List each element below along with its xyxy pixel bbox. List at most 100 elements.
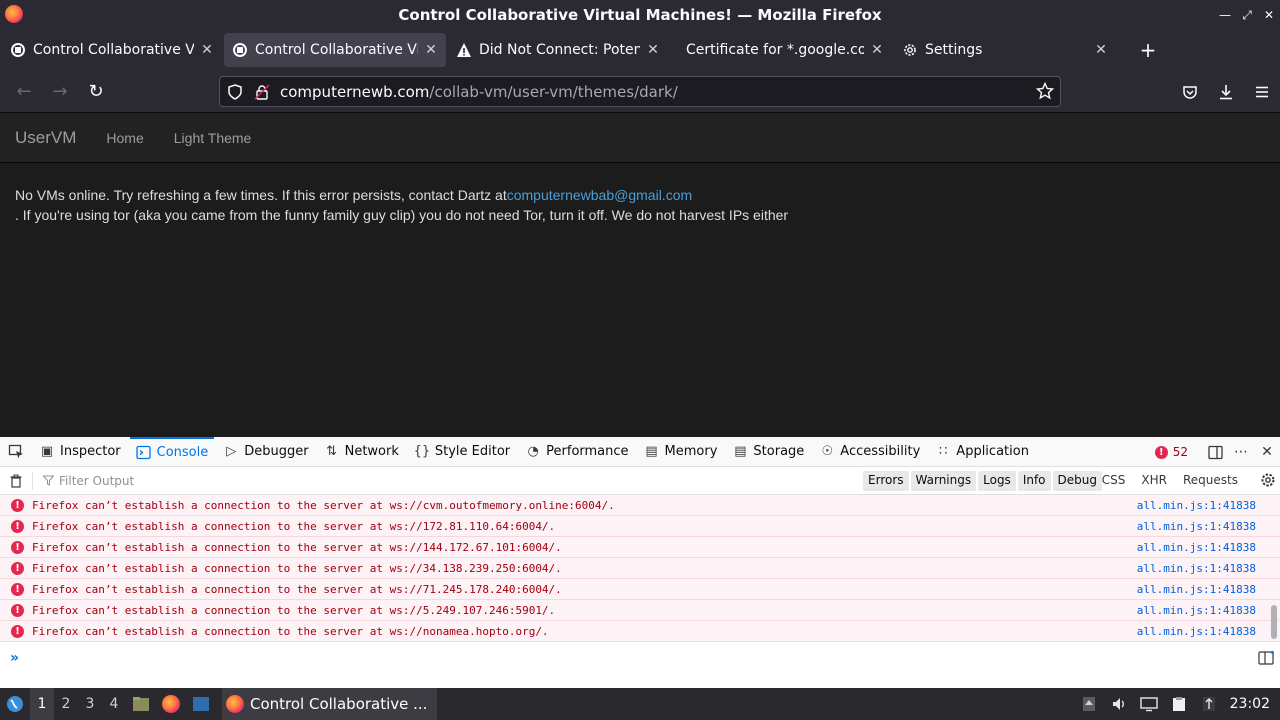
tab-close-icon[interactable]: ✕ [200, 42, 214, 58]
tab-label: Certificate for *.google.com [686, 42, 864, 58]
forward-icon[interactable]: → [42, 75, 78, 107]
clipboard-icon[interactable] [1164, 696, 1194, 712]
tray-up-arrow-icon[interactable] [1074, 696, 1104, 712]
divider [32, 471, 33, 490]
devtools-tab-debugger[interactable]: ▷ Debugger [217, 437, 314, 467]
devtools-tab-storage[interactable]: ▤ Storage [726, 437, 810, 467]
devtools-tab-label: Inspector [60, 444, 121, 459]
nav-link-home[interactable]: Home [106, 130, 143, 146]
url-text[interactable]: computernewb.com/collab-vm/user-vm/theme… [280, 83, 678, 101]
console-scrollbar[interactable] [1271, 605, 1277, 639]
minimize-icon[interactable]: — [1214, 8, 1236, 22]
devtools-tab-label: Accessibility [840, 444, 921, 459]
window-title: Control Collaborative Virtual Machines! … [398, 6, 882, 24]
nav-link-light-theme[interactable]: Light Theme [174, 130, 252, 146]
browser-tab-3[interactable]: Did Not Connect: Potenti ✕ [448, 33, 668, 67]
log-message: Firefox can’t establish a connection to … [32, 582, 562, 596]
desktop-taskbar: 1 2 3 4 Control Collaborative ... 23:02 [0, 688, 1280, 720]
type-css[interactable]: CSS [1096, 471, 1132, 489]
downloads-icon[interactable] [1208, 84, 1244, 100]
log-source-link[interactable]: all.min.js:1:41838 [1137, 583, 1256, 596]
log-source-link[interactable]: all.min.js:1:41838 [1137, 625, 1256, 638]
new-tab-icon[interactable]: + [1134, 36, 1162, 64]
devtools-tab-application[interactable]: ∷ Application [929, 437, 1035, 467]
file-manager-icon[interactable] [126, 688, 156, 720]
element-picker-icon[interactable] [0, 437, 30, 467]
type-requests[interactable]: Requests [1177, 471, 1244, 489]
insecure-lock-icon[interactable] [250, 83, 274, 100]
type-xhr[interactable]: XHR [1135, 471, 1173, 489]
taskbar-firefox-window[interactable]: Control Collaborative ... [222, 688, 438, 720]
dock-side-icon[interactable] [1202, 445, 1228, 460]
maximize-icon[interactable]: ⤢ [1236, 8, 1258, 23]
log-source-link[interactable]: all.min.js:1:41838 [1137, 520, 1256, 533]
log-message: Firefox can’t establish a connection to … [32, 498, 615, 512]
terminal-icon[interactable] [186, 688, 216, 720]
log-message: Firefox can’t establish a connection to … [32, 519, 556, 533]
workspace-2[interactable]: 2 [54, 696, 78, 712]
workspace-4[interactable]: 4 [102, 696, 126, 712]
log-row[interactable]: ! Firefox can’t establish a connection to… [0, 579, 1280, 600]
log-row[interactable]: ! Firefox can’t establish a connection to… [0, 516, 1280, 537]
reload-icon[interactable]: ↻ [78, 75, 114, 107]
menu-icon[interactable] [1244, 84, 1280, 100]
devtools-tab-console[interactable]: Console [129, 436, 215, 467]
devtools-tab-network[interactable]: ⇅ Network [318, 437, 405, 467]
browser-tab-5[interactable]: Settings ✕ [894, 33, 1116, 67]
pocket-icon[interactable] [1172, 84, 1208, 100]
filter-output-input[interactable]: Filter Output [43, 474, 134, 488]
tab-close-icon[interactable]: ✕ [870, 42, 884, 58]
back-icon[interactable]: ← [6, 75, 42, 107]
display-icon[interactable] [1134, 696, 1164, 712]
application-icon: ∷ [939, 444, 948, 459]
volume-icon[interactable] [1104, 696, 1134, 712]
site-brand[interactable]: UserVM [15, 128, 76, 148]
start-menu-icon[interactable] [0, 688, 30, 720]
console-settings-icon[interactable] [1260, 472, 1276, 492]
close-window-icon[interactable]: ✕ [1258, 8, 1280, 22]
accessibility-icon: ☉ [821, 444, 834, 459]
console-input[interactable]: » [0, 645, 1280, 671]
toolbar-right [1172, 70, 1280, 113]
firefox-launcher-icon[interactable] [156, 688, 186, 720]
url-bar[interactable]: computernewb.com/collab-vm/user-vm/theme… [219, 76, 1061, 107]
url-domain: computernewb.com [280, 82, 430, 101]
task-label: Control Collaborative ... [250, 695, 428, 713]
tab-close-icon[interactable]: ✕ [424, 42, 438, 58]
devtools-tab-memory[interactable]: ▤ Memory [638, 437, 724, 467]
log-source-link[interactable]: all.min.js:1:41838 [1137, 562, 1256, 575]
more-options-icon[interactable]: ⋯ [1228, 444, 1254, 460]
level-info[interactable]: Info [1017, 471, 1051, 491]
tracking-shield-icon[interactable] [220, 83, 250, 100]
clear-console-icon[interactable] [0, 474, 32, 488]
browser-tab-1[interactable]: Control Collaborative Virt ✕ [2, 33, 222, 67]
log-row[interactable]: ! Firefox can’t establish a connection to… [0, 495, 1280, 516]
devtools-tab-style-editor[interactable]: {} Style Editor [408, 437, 516, 467]
devtools-tab-inspector[interactable]: ▣ Inspector [33, 437, 127, 467]
level-errors[interactable]: Errors [863, 471, 909, 491]
log-source-link[interactable]: all.min.js:1:41838 [1137, 499, 1256, 512]
log-source-link[interactable]: all.min.js:1:41838 [1137, 541, 1256, 554]
tab-close-icon[interactable]: ✕ [646, 42, 660, 58]
bookmark-star-icon[interactable] [1035, 81, 1055, 104]
level-warnings[interactable]: Warnings [910, 471, 977, 491]
devtools-tab-performance[interactable]: ◔ Performance [519, 437, 634, 467]
devtools-tab-label: Storage [753, 444, 805, 459]
devtools-tab-accessibility[interactable]: ☉ Accessibility [813, 437, 926, 467]
log-row[interactable]: ! Firefox can’t establish a connection to… [0, 621, 1280, 642]
log-row[interactable]: ! Firefox can’t establish a connection to… [0, 537, 1280, 558]
log-row[interactable]: ! Firefox can’t establish a connection to… [0, 600, 1280, 621]
error-count-badge[interactable]: ! 52 [1154, 445, 1188, 459]
editor-mode-icon[interactable] [1258, 650, 1274, 669]
browser-tab-4[interactable]: Certificate for *.google.com ✕ [670, 33, 892, 67]
network-tray-icon[interactable] [1194, 696, 1224, 712]
log-row[interactable]: ! Firefox can’t establish a connection to… [0, 558, 1280, 579]
tab-close-icon[interactable]: ✕ [1094, 42, 1108, 58]
level-logs[interactable]: Logs [978, 471, 1016, 491]
close-devtools-icon[interactable]: ✕ [1254, 444, 1280, 460]
workspace-3[interactable]: 3 [78, 696, 102, 712]
workspace-1[interactable]: 1 [30, 688, 54, 720]
browser-tab-2[interactable]: Control Collaborative Virt ✕ [224, 33, 446, 67]
contact-email-link[interactable]: computernewbab@gmail.com [507, 187, 692, 203]
log-source-link[interactable]: all.min.js:1:41838 [1137, 604, 1256, 617]
